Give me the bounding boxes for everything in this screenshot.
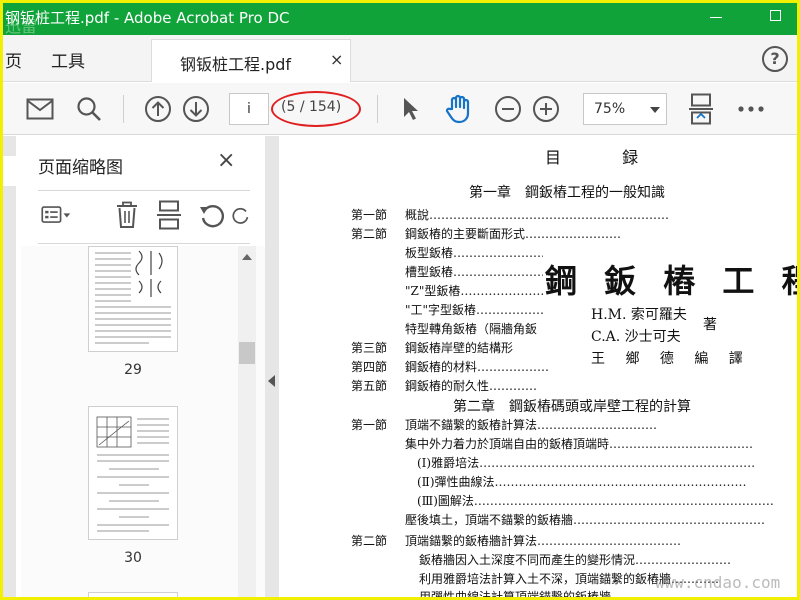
section-number: 第二節 xyxy=(351,534,388,548)
section-number: 第五節 xyxy=(351,379,388,393)
site-watermark: www.cndao.com xyxy=(655,573,781,592)
close-icon[interactable]: × xyxy=(217,148,235,173)
scroll-up-icon[interactable] xyxy=(242,254,252,260)
more-icon[interactable] xyxy=(736,94,766,124)
toolbar-separator xyxy=(123,95,124,123)
thumbnail-label: 30 xyxy=(124,550,142,566)
chevron-down-icon xyxy=(650,107,660,113)
tab-label: 钢钣桩工程.pdf xyxy=(180,55,292,74)
section-number: 第一節 xyxy=(351,418,388,432)
toolbar: i (5 / 154) 75% xyxy=(3,83,797,135)
acrobat-window: 迅雷 钢钣桩工程.pdf - Adobe Acrobat Pro DC 页 工具… xyxy=(3,3,797,597)
toc-entry: 鋼鈑樁岸壁的結構形 xyxy=(405,341,514,355)
toc-heading: 目 録 xyxy=(545,148,667,167)
mail-icon[interactable] xyxy=(25,94,55,124)
divider xyxy=(38,190,250,191)
toc-entry: 概說…………………………………………………… xyxy=(405,208,670,222)
section-number: 第一節 xyxy=(351,208,388,222)
hand-icon[interactable] xyxy=(444,94,474,124)
window-title: 钢钣桩工程.pdf - Adobe Acrobat Pro DC xyxy=(5,9,290,27)
menu-row: 页 工具 钢钣桩工程.pdf × ? xyxy=(3,35,797,82)
thumbnail-label: 29 xyxy=(124,362,142,378)
title-bar: 迅雷 钢钣桩工程.pdf - Adobe Acrobat Pro DC xyxy=(3,3,797,36)
toc-entry: (Ⅱ)彈性曲線法……………………………………………………… xyxy=(417,475,747,489)
arrow-up-icon[interactable] xyxy=(143,94,173,124)
translator: 王 鄉 德 編 譯 xyxy=(591,351,751,367)
menu-tools[interactable]: 工具 xyxy=(51,47,85,72)
chapter-heading: 第一章 鋼鈑樁工程的一般知識 xyxy=(469,185,665,201)
toc-entry: 鈑樁牆因入土深度不同而產生的變形情況…………………… xyxy=(419,553,732,567)
page-thumbnail-29[interactable] xyxy=(88,246,178,352)
section-number: 第二節 xyxy=(351,227,388,241)
options-menu-icon[interactable] xyxy=(41,200,71,230)
author-mark: 著 xyxy=(703,317,717,333)
annotation-ellipse xyxy=(271,91,361,127)
document-tab[interactable]: 钢钣桩工程.pdf × xyxy=(151,39,351,82)
author-name: C.A. 沙士可夫 xyxy=(591,329,681,345)
split-page-icon[interactable] xyxy=(154,200,184,230)
toc-entry: 鋼鈑樁的主要斷面形式…………………… xyxy=(405,227,622,241)
menu-home[interactable]: 页 xyxy=(5,47,22,72)
scrollbar-thumb[interactable] xyxy=(239,342,255,364)
document-view[interactable]: 目 録 第一章 鋼鈑樁工程的一般知識 第一節 概說………………………………………… xyxy=(279,136,797,597)
author-name: H.M. 索可羅夫 xyxy=(591,307,687,323)
zoom-value: 75% xyxy=(594,101,626,117)
page-thumbnail-31[interactable] xyxy=(88,592,178,597)
rotate-cw-icon[interactable] xyxy=(231,200,251,230)
divider xyxy=(38,243,250,244)
book-title: 鋼 鈑 樁 工 程 xyxy=(545,262,797,300)
toc-entry: 頂端錨繫的鈑樁牆計算法……………………………… xyxy=(405,534,682,548)
toc-entry: 特型轉角鈑樁（隔牆角鈑 xyxy=(405,322,538,336)
toc-entry: 鋼鈑樁的耐久性………… xyxy=(405,379,538,393)
toc-entry: 頂端不錨繫的鈑樁計算法………………………… xyxy=(405,418,658,432)
left-strip xyxy=(3,136,16,597)
pointer-icon[interactable] xyxy=(396,94,426,124)
tab-close-icon[interactable]: × xyxy=(330,50,343,69)
toc-entry: (Ⅰ)雅爵培法…………………………………………………………… xyxy=(417,456,756,470)
panel-splitter[interactable] xyxy=(265,136,279,597)
toolbar-separator xyxy=(377,95,378,123)
thumbnails-panel: 页面缩略图 × 29 30 xyxy=(21,136,265,597)
delete-icon[interactable] xyxy=(112,200,142,230)
thumbnail-scrollbar[interactable] xyxy=(238,246,256,597)
section-number: 第三節 xyxy=(351,341,388,355)
page-thumbnail-30[interactable] xyxy=(88,406,178,540)
zoom-select[interactable]: 75% xyxy=(583,93,667,125)
collapse-arrow-icon[interactable] xyxy=(268,375,275,387)
rotate-icon[interactable] xyxy=(197,200,227,230)
search-icon[interactable] xyxy=(74,94,104,124)
panel-title: 页面缩略图 xyxy=(38,158,123,178)
maximize-icon[interactable] xyxy=(770,10,781,21)
chapter-heading: 第二章 鋼鈑樁碼頭或岸壁工程的計算 xyxy=(453,399,691,415)
thumbnail-list: 29 30 xyxy=(21,246,265,597)
zoom-in-icon[interactable] xyxy=(531,94,561,124)
help-icon[interactable]: ? xyxy=(762,46,788,72)
fit-page-icon[interactable] xyxy=(686,93,716,125)
toc-entry: 集中外力着力於頂端自由的鈑樁頂端時……………………………… xyxy=(405,437,754,451)
arrow-down-icon[interactable] xyxy=(181,94,211,124)
page-number-input[interactable]: i xyxy=(229,93,269,125)
section-number: 第四節 xyxy=(351,360,388,374)
minimize-icon[interactable] xyxy=(710,17,722,18)
toc-entry: (Ⅲ)圖解法………………………………………………………………… xyxy=(417,494,774,508)
toc-entry: 壓後填土，頂端不錨繫的鈑樁牆………………………………………… xyxy=(405,513,766,527)
zoom-out-icon[interactable] xyxy=(493,94,523,124)
toc-entry: 鋼鈑樁的材料……………… xyxy=(405,360,550,374)
book-title-block: 鋼 鈑 樁 工 程 H.M. 索可羅夫 C.A. 沙士可夫 著 王 鄉 德 編 … xyxy=(543,254,797,367)
panel-tab-notch[interactable] xyxy=(3,156,16,186)
toc-entry: 用彈性曲線法計算頂端錨繫的鈑樁牆…………… xyxy=(419,590,672,597)
